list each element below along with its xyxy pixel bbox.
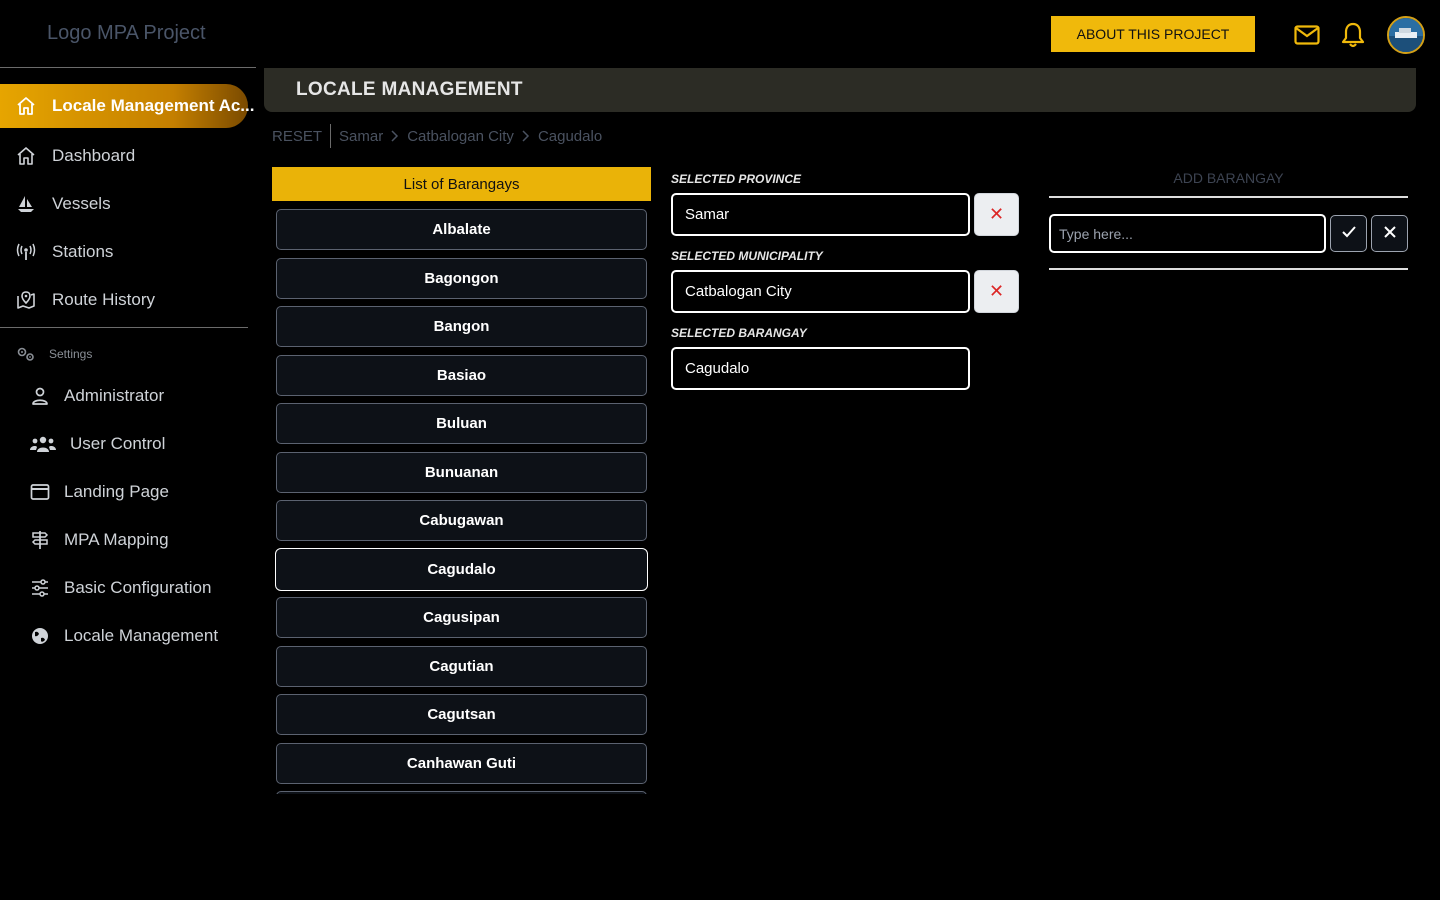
selected-barangay-label: SELECTED BARANGAY: [671, 326, 807, 340]
clear-province-button[interactable]: ✕: [974, 193, 1019, 236]
barangay-item[interactable]: Cabugawan: [276, 500, 647, 541]
selected-municipality-field[interactable]: Catbalogan City: [671, 270, 970, 313]
barangay-item[interactable]: Cagusipan: [276, 597, 647, 638]
gears-icon: [16, 344, 36, 364]
avatar[interactable]: [1387, 16, 1425, 54]
close-icon: ✕: [988, 281, 1005, 301]
page-title: LOCALE MANAGEMENT: [296, 79, 523, 100]
barangay-item[interactable]: Bunuanan: [276, 452, 647, 493]
map-pin-icon: [16, 290, 36, 310]
sidebar-item-route-history[interactable]: Route History: [0, 280, 248, 320]
about-project-button[interactable]: ABOUT THIS PROJECT: [1051, 16, 1255, 52]
add-barangay-title: ADD BARANGAY: [1173, 170, 1284, 186]
sidebar-item-label: Vessels: [52, 194, 111, 213]
chevron-right-icon: [391, 130, 399, 142]
barangay-item[interactable]: Bagongon: [276, 258, 647, 299]
sidebar-item-user-control[interactable]: User Control: [0, 424, 248, 464]
barangay-item[interactable]: Albalate: [276, 209, 647, 250]
barangay-item[interactable]: Bangon: [276, 306, 647, 347]
globe-icon: [30, 626, 50, 646]
sidebar-item-label: User Control: [70, 434, 166, 453]
sidebar-item-dashboard[interactable]: Dashboard: [0, 136, 248, 176]
page-title-bar: LOCALE MANAGEMENT: [264, 68, 1416, 112]
breadcrumb-province[interactable]: Samar: [339, 128, 383, 145]
sidebar-item-locale-management-active[interactable]: Locale Management Ac...: [0, 84, 254, 128]
antenna-icon: [16, 242, 36, 262]
sailboat-icon: [16, 194, 36, 214]
clear-municipality-button[interactable]: ✕: [974, 270, 1019, 313]
barangay-item[interactable]: Basiao: [276, 355, 647, 396]
signpost-icon: [30, 530, 50, 550]
sidebar-item-label: Locale Management: [64, 626, 219, 645]
close-icon: [1383, 225, 1396, 243]
users-icon: [30, 434, 56, 454]
breadcrumb: RESET Samar Catbalogan City Cagudalo: [272, 124, 602, 148]
barangay-item[interactable]: Buluan: [276, 403, 647, 444]
selected-province-label: SELECTED PROVINCE: [671, 172, 802, 186]
barangay-item-partial[interactable]: [276, 791, 647, 794]
confirm-add-button[interactable]: [1330, 215, 1367, 252]
sidebar-item-basic-configuration[interactable]: Basic Configuration: [0, 568, 248, 608]
sidebar-divider-top: [0, 67, 256, 68]
barangay-item[interactable]: Canhawan Guti: [276, 743, 647, 784]
sidebar-item-stations[interactable]: Stations: [0, 232, 248, 272]
sidebar-item-locale-management[interactable]: Locale Management: [0, 616, 248, 656]
sidebar-item-label: Dashboard: [52, 146, 136, 165]
sidebar-item-vessels[interactable]: Vessels: [0, 184, 248, 224]
breadcrumb-reset[interactable]: RESET: [272, 124, 332, 148]
bell-icon[interactable]: [1340, 22, 1366, 48]
sidebar-item-label: Landing Page: [64, 482, 169, 501]
home-icon: [16, 146, 36, 166]
sidebar-item-label: Administrator: [64, 386, 165, 405]
breadcrumb-municipality[interactable]: Catbalogan City: [407, 128, 514, 145]
sidebar-item-label: Route History: [52, 290, 155, 309]
sidebar-item-label: Basic Configuration: [64, 578, 212, 597]
sidebar-item-landing-page[interactable]: Landing Page: [0, 472, 248, 512]
sidebar-item-label: Locale Management Ac...: [52, 96, 255, 115]
selected-municipality-label: SELECTED MUNICIPALITY: [671, 249, 823, 263]
window-icon: [30, 482, 50, 502]
barangay-item[interactable]: Cagutian: [276, 646, 647, 687]
selected-province-field[interactable]: Samar: [671, 193, 970, 236]
add-barangay-divider-bottom: [1049, 268, 1408, 270]
sliders-icon: [30, 578, 50, 598]
barangay-item[interactable]: Cagutsan: [276, 694, 647, 735]
add-barangay-input[interactable]: [1049, 214, 1326, 253]
sidebar-item-administrator[interactable]: Administrator: [0, 376, 248, 416]
sidebar-item-label: Stations: [52, 242, 114, 261]
cancel-add-button[interactable]: [1371, 215, 1408, 252]
barangay-list[interactable]: Albalate Bagongon Bangon Basiao Buluan B…: [272, 201, 651, 794]
chevron-right-icon: [522, 130, 530, 142]
settings-section-header: Settings: [16, 344, 92, 364]
home-icon: [16, 96, 36, 116]
settings-label: Settings: [49, 347, 93, 361]
add-barangay-divider: [1049, 196, 1408, 198]
barangay-list-header: List of Barangays: [272, 167, 651, 201]
sidebar-item-mpa-mapping[interactable]: MPA Mapping: [0, 520, 248, 560]
sidebar-item-label: MPA Mapping: [64, 530, 169, 549]
sidebar-divider: [0, 327, 248, 328]
app-logo: Logo MPA Project: [47, 22, 206, 44]
barangay-item-selected[interactable]: Cagudalo: [275, 548, 648, 591]
check-icon: [1341, 225, 1356, 243]
selected-barangay-field[interactable]: Cagudalo: [671, 347, 970, 390]
mail-icon[interactable]: [1294, 22, 1320, 48]
user-icon: [30, 386, 50, 406]
close-icon: ✕: [988, 204, 1005, 224]
breadcrumb-barangay[interactable]: Cagudalo: [538, 128, 602, 145]
